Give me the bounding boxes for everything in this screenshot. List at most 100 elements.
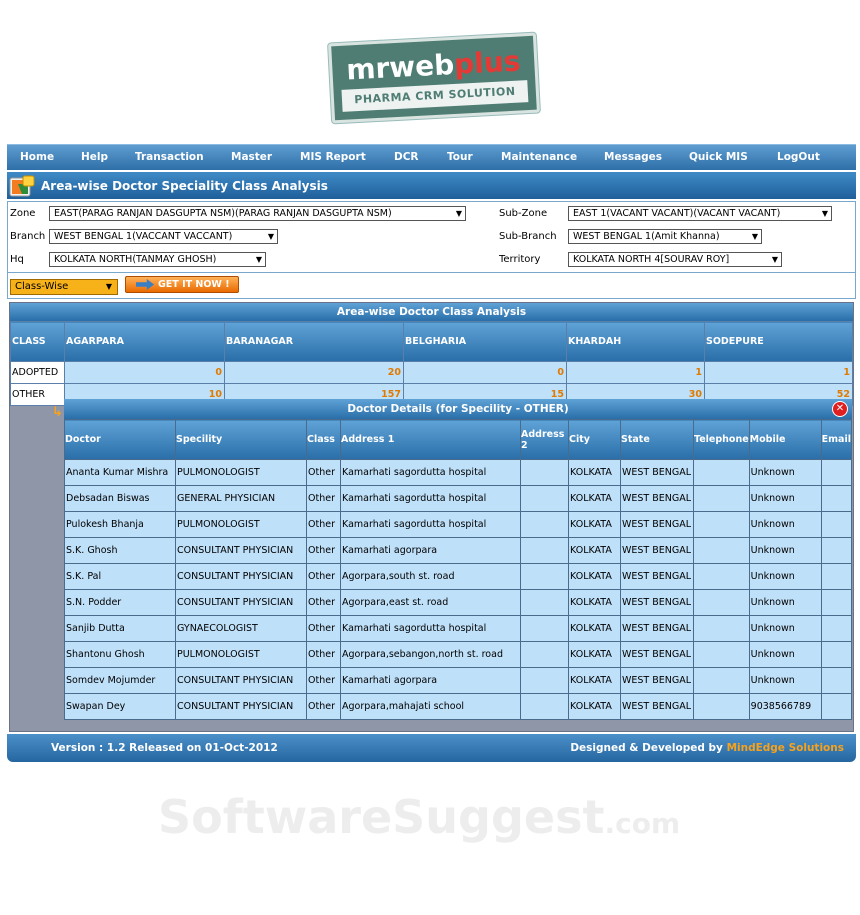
telephone-cell (693, 485, 750, 512)
menu-home[interactable]: Home (20, 151, 54, 163)
menu-logout[interactable]: LogOut (777, 151, 820, 163)
table-row[interactable]: S.K. Pal CONSULTANT PHYSICIAN Other Agorpar… (64, 563, 853, 590)
menu-transaction[interactable]: Transaction (135, 151, 204, 163)
specility-cell: GENERAL PHYSICIAN (175, 485, 307, 512)
sub-zone-select[interactable]: EAST 1(VACANT VACANT)(VACANT VACANT) ▼ (568, 206, 832, 221)
address1-cell: Kamarhati sagordutta hospital (340, 459, 521, 486)
menu-mis-report[interactable]: MIS Report (300, 151, 366, 163)
filter-panel: Zone EAST(PARAG RANJAN DASGUPTA NSM)(PAR… (7, 201, 856, 273)
city-cell: KOLKATA (568, 485, 621, 512)
developer-link[interactable]: MindEdge Solutions (727, 742, 844, 754)
specility-cell: PULMONOLOGIST (175, 511, 307, 538)
specility-cell: CONSULTANT PHYSICIAN (175, 667, 307, 694)
doctor-details-table: Doctor Specility Class Address 1 Address… (64, 419, 853, 720)
table-row[interactable]: S.N. Podder CONSULTANT PHYSICIAN Other Agor… (64, 589, 853, 616)
col-baranagar: BARANAGAR (224, 321, 404, 362)
page-title: Area-wise Doctor Speciality Class Analys… (41, 178, 328, 193)
col-email: Email (820, 419, 853, 460)
get-it-now-button[interactable]: GET IT NOW ! (125, 276, 239, 293)
state-cell: WEST BENGAL (620, 641, 694, 668)
count-cell[interactable]: 1 (704, 361, 853, 384)
telephone-cell (693, 693, 750, 720)
mobile-cell: Unknown (748, 563, 822, 590)
chevron-down-icon: ▼ (455, 209, 462, 218)
menu-maintenance[interactable]: Maintenance (501, 151, 577, 163)
hq-select[interactable]: KOLKATA NORTH(TANMAY GHOSH) ▼ (49, 252, 266, 267)
count-cell[interactable]: 20 (224, 361, 404, 384)
telephone-cell (693, 589, 750, 616)
email-cell (820, 589, 853, 616)
analysis-title: Area-wise Doctor Class Analysis (10, 303, 853, 321)
branch-select[interactable]: WEST BENGAL 1(VACCANT VACCANT) ▼ (49, 229, 278, 244)
chevron-down-icon: ▼ (105, 282, 112, 291)
menu-master[interactable]: Master (231, 151, 272, 163)
menu-messages[interactable]: Messages (604, 151, 662, 163)
col-belgharia: BELGHARIA (403, 321, 567, 362)
table-row[interactable]: Sanjib Dutta GYNAECOLOGIST Other Kamarhati … (64, 615, 853, 642)
close-icon[interactable]: ✕ (832, 401, 848, 417)
telephone-cell (693, 667, 750, 694)
corner-arrow-icon: ↳ (52, 405, 63, 420)
state-cell: WEST BENGAL (620, 563, 694, 590)
address2-cell (520, 615, 569, 642)
doctor-cell: Somdev Mojumder (64, 667, 176, 694)
count-cell[interactable]: 1 (566, 361, 705, 384)
telephone-cell (693, 511, 750, 538)
table-header-row: Doctor Specility Class Address 1 Address… (64, 419, 853, 460)
doctor-cell: Sanjib Dutta (64, 615, 176, 642)
state-cell: WEST BENGAL (620, 459, 694, 486)
col-sodepure: SODEPURE (704, 321, 853, 362)
class-cell: Other (306, 693, 341, 720)
menu-tour[interactable]: Tour (447, 151, 473, 163)
table-row: ADOPTED 0 20 0 1 1 (10, 361, 853, 384)
watermark: SoftwareSuggest.com (158, 790, 681, 844)
table-row[interactable]: Pulokesh Bhanja PULMONOLOGIST Other Kamarha… (64, 511, 853, 538)
email-cell (820, 459, 853, 486)
address1-cell: Kamarhati sagordutta hospital (340, 485, 521, 512)
class-cell: Other (306, 459, 341, 486)
territory-select[interactable]: KOLKATA NORTH 4[SOURAV ROY] ▼ (568, 252, 782, 267)
doctor-cell: S.K. Pal (64, 563, 176, 590)
menu-quick-mis[interactable]: Quick MIS (689, 151, 748, 163)
developer-credit: Designed & Developed by MindEdge Solutio… (570, 742, 844, 754)
table-row[interactable]: Somdev Mojumder CONSULTANT PHYSICIAN Other… (64, 667, 853, 694)
email-cell (820, 667, 853, 694)
version-text: Version : 1.2 Released on 01-Oct-2012 (51, 742, 278, 754)
zone-select[interactable]: EAST(PARAG RANJAN DASGUPTA NSM)(PARAG RA… (49, 206, 466, 221)
action-row: Class-Wise ▼ GET IT NOW ! (7, 273, 856, 299)
address2-cell (520, 589, 569, 616)
city-cell: KOLKATA (568, 693, 621, 720)
menu-dcr[interactable]: DCR (394, 151, 419, 163)
city-cell: KOLKATA (568, 563, 621, 590)
col-address-1: Address 1 (340, 419, 521, 460)
sub-branch-select[interactable]: WEST BENGAL 1(Amit Khanna) ▼ (568, 229, 762, 244)
address2-cell (520, 641, 569, 668)
table-row[interactable]: Swapan Dey CONSULTANT PHYSICIAN Other Agorp… (64, 693, 853, 720)
address2-cell (520, 693, 569, 720)
specility-cell: CONSULTANT PHYSICIAN (175, 537, 307, 564)
view-mode-select[interactable]: Class-Wise ▼ (10, 279, 118, 295)
menu-help[interactable]: Help (81, 151, 108, 163)
table-row[interactable]: Ananta Kumar Mishra PULMONOLOGIST Other Kam… (64, 459, 853, 486)
doctor-cell: S.K. Ghosh (64, 537, 176, 564)
chevron-down-icon: ▼ (267, 232, 274, 241)
table-row[interactable]: Debsadan Biswas GENERAL PHYSICIAN Other Kam… (64, 485, 853, 512)
mobile-cell: Unknown (748, 667, 822, 694)
specility-cell: CONSULTANT PHYSICIAN (175, 589, 307, 616)
address1-cell: Agorpara,east st. road (340, 589, 521, 616)
report-icon (9, 174, 37, 198)
table-row[interactable]: Shantonu Ghosh PULMONOLOGIST Other Agorpara… (64, 641, 853, 668)
email-cell (820, 641, 853, 668)
telephone-cell (693, 537, 750, 564)
col-doctor: Doctor (64, 419, 176, 460)
email-cell (820, 537, 853, 564)
class-cell: Other (306, 641, 341, 668)
col-agarpara: AGARPARA (64, 321, 225, 362)
brand-logo: mrwebplus PHARMA CRM SOLUTION (328, 32, 540, 124)
city-cell: KOLKATA (568, 459, 621, 486)
count-cell[interactable]: 0 (403, 361, 567, 384)
count-cell[interactable]: 0 (64, 361, 225, 384)
address2-cell (520, 667, 569, 694)
class-cell: ADOPTED (10, 361, 65, 384)
table-row[interactable]: S.K. Ghosh CONSULTANT PHYSICIAN Other Kamar… (64, 537, 853, 564)
